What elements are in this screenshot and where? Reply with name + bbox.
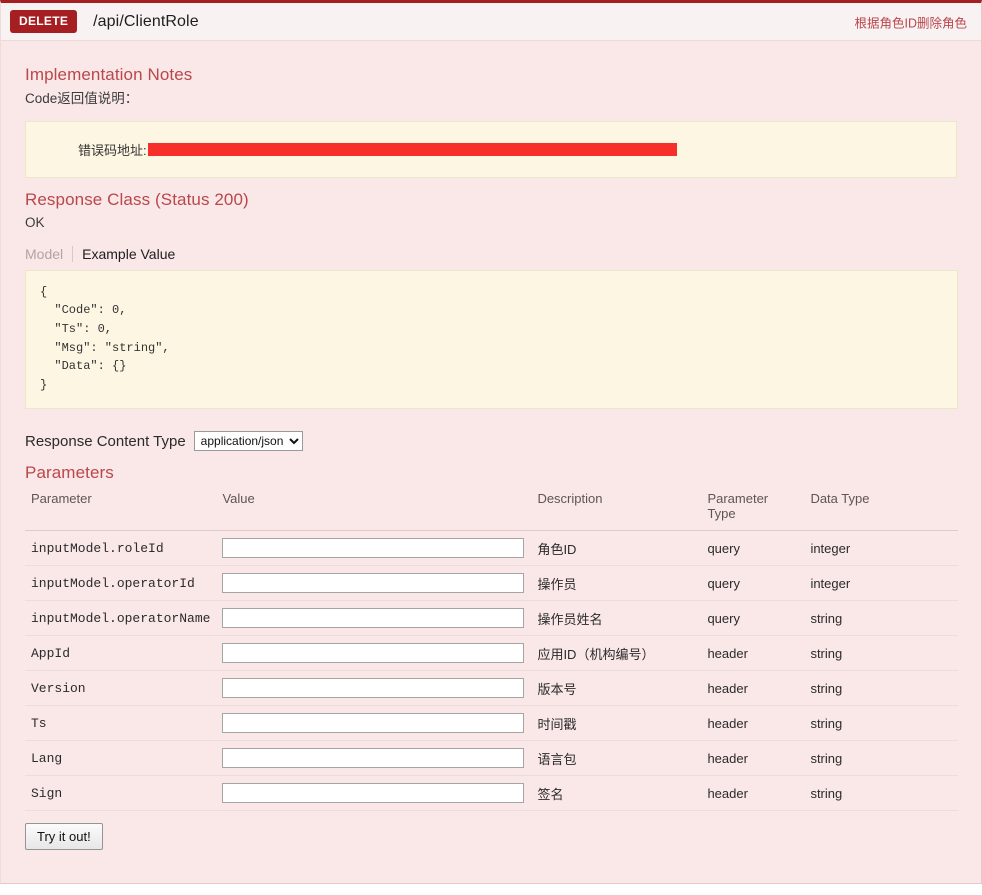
table-row: AppId 应用ID（机构编号） header string: [25, 635, 958, 672]
http-method-badge: DELETE: [10, 10, 78, 33]
cell-description: 操作员姓名: [531, 600, 702, 637]
response-content-type-row: Response Content Type application/json: [25, 431, 957, 452]
cell-parameter-value: [216, 705, 532, 742]
cell-parameter-type: header: [701, 635, 805, 672]
table-header-row: Parameter Value Description Parameter Ty…: [25, 488, 958, 532]
cell-parameter-value: [216, 670, 532, 707]
cell-parameter-name: inputModel.operatorId: [25, 565, 217, 602]
cell-parameter-type: header: [701, 670, 805, 707]
response-status-text: OK: [25, 214, 45, 230]
cell-data-type: integer: [804, 530, 958, 567]
cell-data-type: string: [804, 635, 958, 672]
parameters-table-body: inputModel.roleId 角色ID query integer inputMo…: [25, 530, 958, 812]
header-data-type: Data Type: [804, 488, 958, 532]
table-row: Sign 签名 header string: [25, 775, 958, 812]
implementation-notes-title: Implementation Notes: [25, 65, 193, 84]
cell-parameter-value: [216, 600, 532, 637]
cell-description: 应用ID（机构编号）: [531, 635, 702, 672]
cell-data-type: string: [804, 705, 958, 742]
table-row: Lang 语言包 header string: [25, 740, 958, 777]
operation-body: Implementation Notes Code返回值说明： 错误码地址: R…: [1, 41, 981, 866]
cell-parameter-type: header: [701, 705, 805, 742]
try-it-out-button[interactable]: Try it out!: [25, 823, 103, 851]
param-input-inputmodel-operatorid[interactable]: [222, 573, 525, 594]
tab-model[interactable]: Model: [25, 245, 74, 262]
header-parameter: Parameter: [25, 488, 217, 532]
table-row: inputModel.roleId 角色ID query integer: [25, 530, 958, 567]
tab-example-value[interactable]: Example Value: [73, 246, 175, 262]
response-content-type-select[interactable]: application/json: [193, 431, 303, 452]
cell-parameter-value: [216, 635, 532, 672]
operation-panel: DELETE /api/ClientRole 根据角色ID删除角色 Implem…: [0, 0, 982, 884]
response-content-type-label: Response Content Type: [25, 432, 186, 450]
param-input-ts[interactable]: [222, 713, 525, 734]
cell-parameter-type: header: [701, 775, 805, 812]
response-class-title: Response Class (Status 200): [25, 189, 249, 209]
cell-description: 版本号: [531, 670, 702, 707]
cell-description: 语言包: [531, 740, 702, 777]
try-it-out-container: Try it out!: [25, 811, 957, 866]
cell-data-type: string: [804, 775, 958, 812]
cell-description: 操作员: [531, 565, 702, 602]
cell-parameter-name: inputModel.operatorName: [25, 600, 217, 637]
cell-parameter-value: [216, 740, 532, 777]
cell-parameter-value: [216, 775, 532, 812]
error-code-note: 错误码地址:: [78, 140, 677, 159]
header-description: Description: [531, 488, 702, 532]
model-tabs: Model Example Value: [25, 245, 957, 262]
cell-parameter-value: [216, 530, 532, 567]
redacted-url-bar: [147, 142, 677, 156]
param-input-lang[interactable]: [222, 748, 525, 769]
cell-parameter-name: Ts: [25, 705, 217, 742]
implementation-notes-description: Code返回值说明：: [25, 91, 139, 106]
example-value-json: { "Code": 0, "Ts": 0, "Msg": "string", "…: [40, 284, 170, 392]
cell-data-type: string: [804, 600, 958, 637]
cell-data-type: integer: [804, 565, 958, 602]
cell-parameter-type: header: [701, 740, 805, 777]
param-input-inputmodel-operatorname[interactable]: [222, 608, 525, 629]
cell-parameter-name: Lang: [25, 740, 217, 777]
cell-parameter-name: Sign: [25, 775, 217, 812]
operation-heading[interactable]: DELETE /api/ClientRole 根据角色ID删除角色: [1, 3, 981, 41]
cell-description: 角色ID: [531, 530, 702, 567]
cell-parameter-value: [216, 565, 532, 602]
operation-summary: 根据角色ID删除角色: [854, 16, 967, 30]
header-parameter-type: Parameter Type: [701, 488, 805, 532]
operation-path[interactable]: /api/ClientRole: [93, 13, 199, 31]
error-code-label: 错误码地址:: [78, 142, 147, 158]
parameters-table-head: Parameter Value Description Parameter Ty…: [25, 488, 958, 532]
cell-description: 时间戳: [531, 705, 702, 742]
cell-data-type: string: [804, 740, 958, 777]
table-row: Ts 时间戳 header string: [25, 705, 958, 742]
cell-parameter-type: query: [701, 600, 805, 637]
parameters-table: Parameter Value Description Parameter Ty…: [25, 488, 958, 812]
parameters-title: Parameters: [25, 463, 114, 483]
table-row: Version 版本号 header string: [25, 670, 958, 707]
table-row: inputModel.operatorId 操作员 query integer: [25, 565, 958, 602]
param-input-appid[interactable]: [222, 643, 525, 664]
cell-parameter-type: query: [701, 530, 805, 567]
example-value-block: { "Code": 0, "Ts": 0, "Msg": "string", "…: [25, 269, 958, 410]
cell-parameter-name: AppId: [25, 635, 217, 672]
param-input-version[interactable]: [222, 678, 525, 699]
table-row: inputModel.operatorName 操作员姓名 query string: [25, 600, 958, 637]
implementation-notes-block: 错误码地址:: [25, 120, 957, 178]
cell-description: 签名: [531, 775, 702, 812]
header-value: Value: [216, 488, 532, 532]
param-input-sign[interactable]: [222, 783, 525, 804]
cell-parameter-name: Version: [25, 670, 217, 707]
cell-parameter-type: query: [701, 565, 805, 602]
param-input-inputmodel-roleid[interactable]: [222, 538, 525, 559]
cell-data-type: string: [804, 670, 958, 707]
cell-parameter-name: inputModel.roleId: [25, 530, 217, 567]
